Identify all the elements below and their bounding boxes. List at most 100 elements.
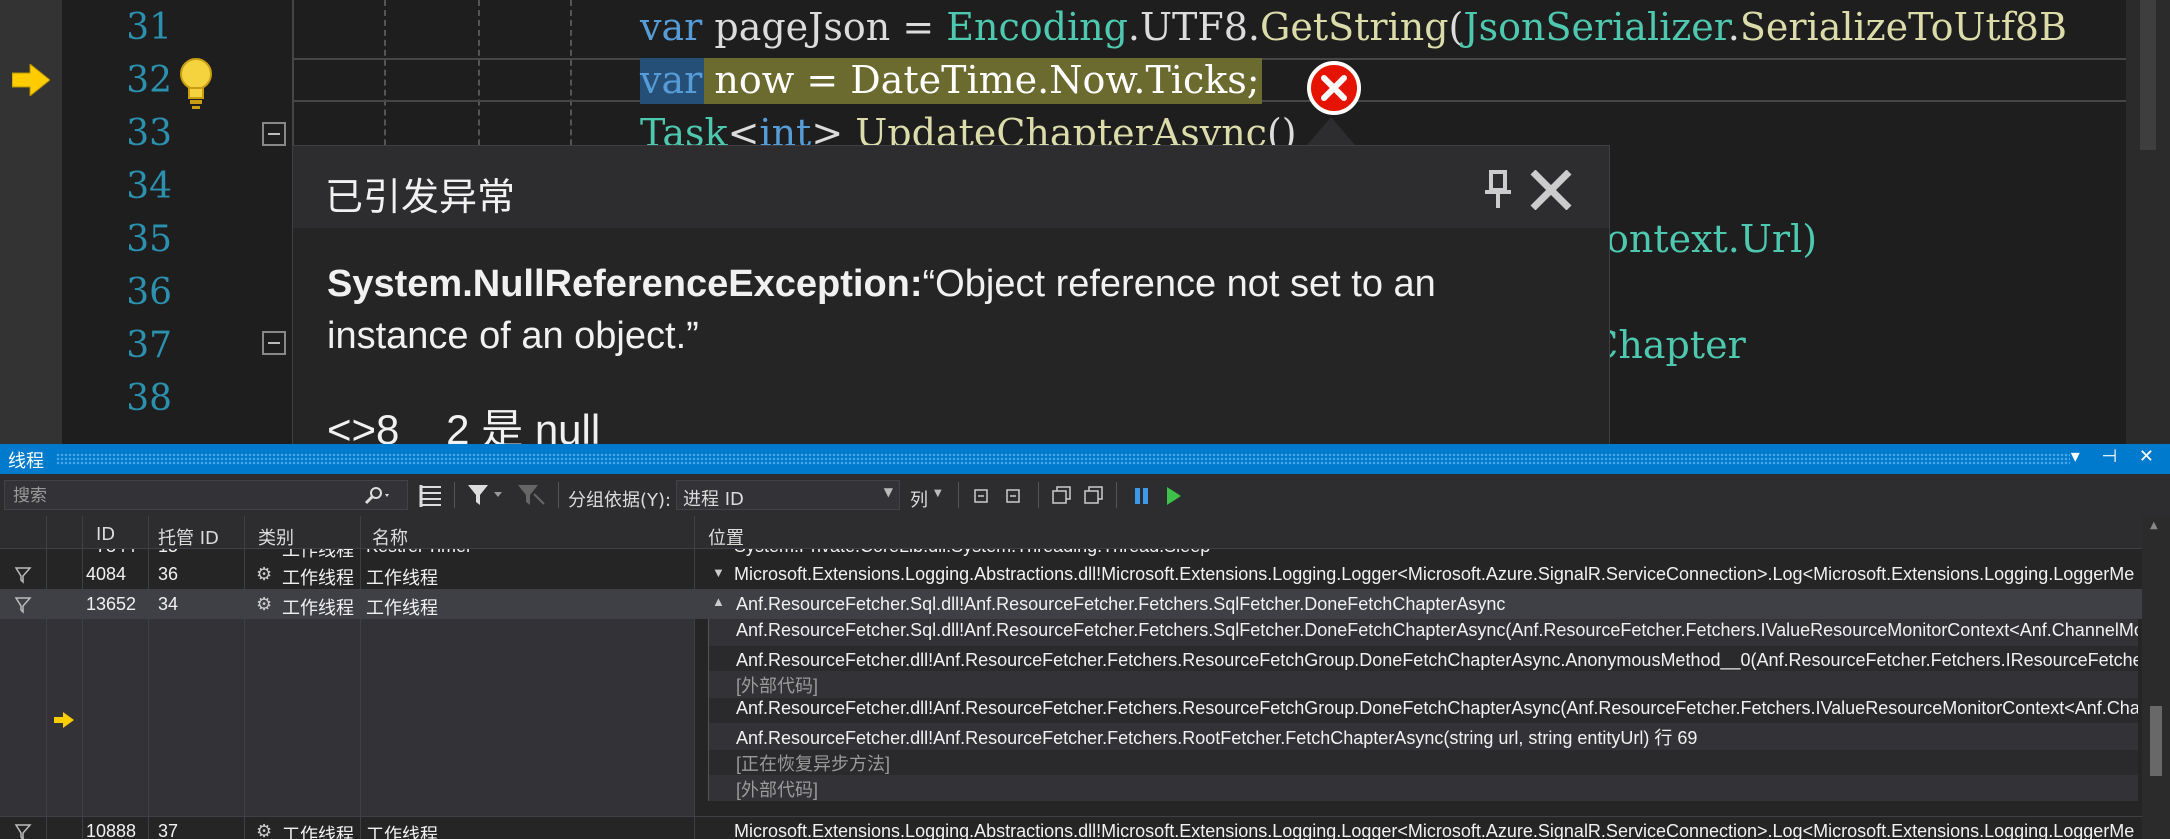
threads-toolbar: 分组依据(Y): 进程 ID ▼ 列 ▼ bbox=[0, 474, 2170, 516]
popup-title: 已引发异常 bbox=[325, 175, 516, 219]
line-number: 33 bbox=[126, 113, 172, 154]
table-row[interactable]: 10888 37 ⚙ 工作线程 工作线程 Microsoft.Extension… bbox=[0, 816, 2142, 839]
collapse-toggle[interactable] bbox=[262, 331, 286, 355]
cell-location: Microsoft.Extensions.Logging.Abstraction… bbox=[734, 564, 2134, 584]
threads-title: 线程 bbox=[8, 451, 44, 472]
line-number: 35 bbox=[126, 219, 172, 260]
flag-icon[interactable] bbox=[14, 566, 32, 584]
close-icon[interactable] bbox=[1529, 170, 1573, 210]
flag-icon[interactable] bbox=[14, 596, 32, 614]
line-number: 34 bbox=[126, 166, 172, 207]
pin-icon[interactable] bbox=[1483, 170, 1513, 210]
scroll-up-icon[interactable]: ▲ bbox=[2150, 520, 2158, 531]
gear-icon: ⚙ bbox=[256, 821, 273, 839]
gear-icon: ⚙ bbox=[256, 564, 273, 584]
filter-icon[interactable] bbox=[466, 482, 506, 508]
execution-pointer-icon bbox=[12, 64, 50, 96]
cell-location: Microsoft.Extensions.Logging.Abstraction… bbox=[734, 821, 2134, 839]
stack-frame[interactable]: Anf.ResourceFetcher.dll!Anf.ResourceFetc… bbox=[708, 723, 2138, 749]
col-divider bbox=[148, 516, 149, 839]
col-divider bbox=[46, 516, 47, 839]
toolbar-separator bbox=[958, 482, 959, 508]
code-line[interactable]: var now = DateTime.Now.Ticks; bbox=[640, 54, 1260, 107]
toolbar-separator bbox=[558, 482, 559, 508]
cell-location: Anf.ResourceFetcher.Sql.dll!Anf.Resource… bbox=[736, 594, 1506, 614]
flag-list-icon[interactable] bbox=[418, 482, 444, 508]
search-box[interactable] bbox=[4, 480, 408, 510]
search-icon[interactable] bbox=[363, 486, 393, 506]
stack-bracket bbox=[708, 619, 709, 801]
threads-title-bar[interactable]: 线程 ▾ ⊣ ✕ bbox=[0, 444, 2170, 474]
header-id[interactable]: ID bbox=[96, 524, 115, 545]
header-category[interactable]: 类别 bbox=[258, 524, 294, 550]
code-line[interactable]: var pageJson = Encoding.UTF8.GetString(J… bbox=[640, 1, 2067, 54]
line-number: 38 bbox=[126, 378, 172, 419]
cell-managed-id: 34 bbox=[158, 594, 179, 614]
search-input[interactable] bbox=[11, 485, 355, 507]
header-location[interactable]: 位置 bbox=[708, 524, 744, 550]
cell-managed-id: 36 bbox=[158, 564, 179, 584]
window-buttons[interactable]: ▾ ⊣ ✕ bbox=[2071, 446, 2162, 467]
threads-grid: ID 托管 ID 类别 名称 位置 7344 15 工作线程 Kestrel T… bbox=[0, 516, 2142, 839]
chevron-up-icon[interactable]: ▲ bbox=[712, 594, 725, 609]
show-external-icon[interactable] bbox=[1082, 482, 1106, 508]
cell-name: 工作线程 bbox=[366, 568, 438, 588]
cell-id: 4084 bbox=[86, 564, 127, 584]
cell-category: 工作线程 bbox=[282, 825, 354, 839]
stack-frame[interactable]: [外部代码] bbox=[708, 671, 2138, 697]
freeze-icon[interactable] bbox=[1132, 482, 1152, 508]
col-divider bbox=[82, 516, 83, 839]
stack-frame[interactable]: [外部代码] bbox=[708, 775, 2138, 801]
popup-header: 已引发异常 bbox=[293, 146, 1609, 228]
header-managed-id[interactable]: 托管 ID bbox=[158, 524, 219, 550]
col-divider bbox=[244, 516, 245, 839]
thaw-icon[interactable] bbox=[1164, 482, 1184, 508]
table-row[interactable]: 4084 36 ⚙ 工作线程 工作线程 ▼ Microsoft.Extensio… bbox=[0, 560, 2142, 590]
chevron-down-icon[interactable]: ▼ bbox=[712, 565, 725, 580]
filter-clear-icon[interactable] bbox=[516, 482, 546, 508]
error-icon bbox=[1307, 61, 1361, 115]
editor-scrollbar[interactable] bbox=[2126, 0, 2170, 444]
columns-button[interactable]: 列 bbox=[910, 486, 928, 512]
grid-header-cover: ID 托管 ID 类别 名称 位置 bbox=[0, 516, 2142, 549]
cell-id: 10888 bbox=[86, 821, 137, 839]
cell-name: 工作线程 bbox=[366, 825, 438, 839]
lightbulb-icon[interactable] bbox=[176, 56, 216, 110]
cell-name: 工作线程 bbox=[366, 598, 438, 618]
scrollbar-thumb[interactable] bbox=[2140, 0, 2156, 150]
stack-frame[interactable]: Anf.ResourceFetcher.dll!Anf.ResourceFetc… bbox=[708, 697, 2138, 723]
stack-frame[interactable]: Anf.ResourceFetcher.Sql.dll!Anf.Resource… bbox=[708, 619, 2138, 645]
title-grip[interactable] bbox=[56, 453, 2070, 465]
grid-scrollbar[interactable]: ▲ bbox=[2142, 516, 2170, 839]
header-name[interactable]: 名称 bbox=[372, 524, 408, 550]
collapse-toggle[interactable] bbox=[262, 122, 286, 146]
exception-message: System.NullReferenceException:“Object re… bbox=[327, 258, 1527, 362]
stack-frame[interactable]: Anf.ResourceFetcher.dll!Anf.ResourceFetc… bbox=[708, 645, 2138, 671]
col-divider bbox=[360, 516, 361, 839]
col-divider bbox=[694, 516, 695, 839]
cell-id: 13652 bbox=[86, 594, 137, 614]
cell-managed-id: 37 bbox=[158, 821, 179, 839]
show-stacks-icon[interactable] bbox=[1050, 482, 1074, 508]
expand-all-icon[interactable] bbox=[972, 482, 992, 508]
toolbar-separator bbox=[1116, 482, 1117, 508]
flag-icon[interactable] bbox=[14, 823, 32, 839]
stack-frame[interactable]: [正在恢复异步方法] bbox=[708, 749, 2138, 775]
cell-category: 工作线程 bbox=[282, 598, 354, 618]
group-by-value: 进程 ID bbox=[683, 489, 744, 510]
gear-icon: ⚙ bbox=[256, 594, 273, 614]
group-by-label: 分组依据(Y): bbox=[568, 490, 672, 511]
group-by-select[interactable]: 进程 ID ▼ bbox=[676, 480, 900, 510]
line-number: 36 bbox=[126, 272, 172, 313]
collapse-all-icon[interactable] bbox=[1004, 482, 1024, 508]
toolbar-separator bbox=[1038, 482, 1039, 508]
cell-category: 工作线程 bbox=[282, 568, 354, 588]
exception-popup: 已引发异常 System.NullReferenceException:“Obj… bbox=[292, 145, 1610, 465]
threads-window: 线程 ▾ ⊣ ✕ 分组依据(Y): 进程 ID ▼ 列 ▼ bbox=[0, 444, 2170, 839]
code-line[interactable]: ontext.Url) bbox=[1606, 213, 1817, 266]
chevron-down-icon: ▼ bbox=[934, 488, 942, 499]
chevron-down-icon: ▼ bbox=[883, 485, 893, 499]
table-row[interactable]: 13652 34 ⚙ 工作线程 工作线程 ▲ Anf.ResourceFetch… bbox=[0, 590, 2142, 619]
current-thread-arrow-icon bbox=[54, 712, 74, 728]
scrollbar-thumb[interactable] bbox=[2150, 706, 2162, 776]
